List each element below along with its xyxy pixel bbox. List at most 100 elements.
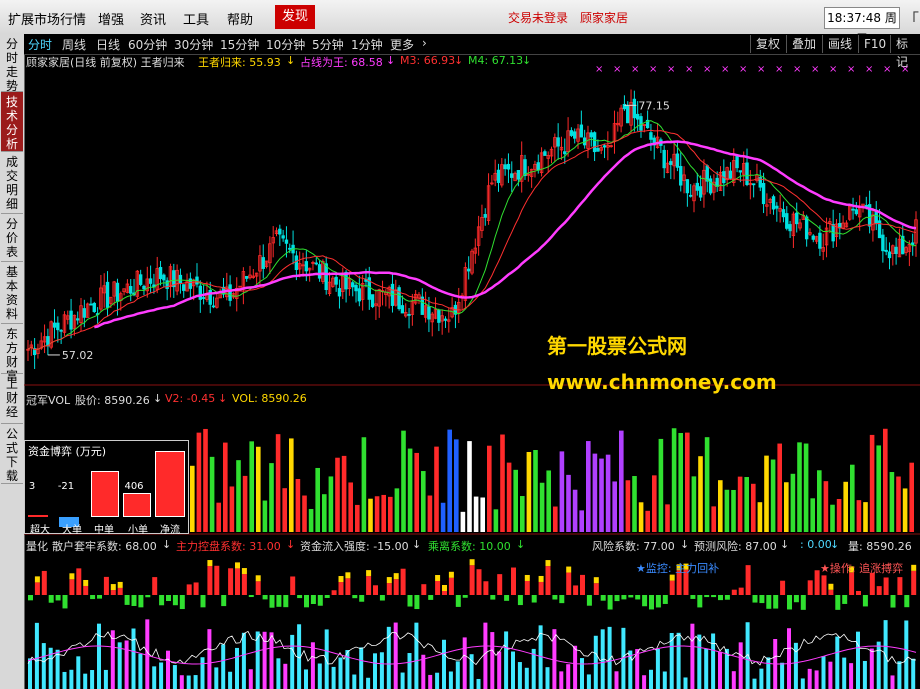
chart-canvas[interactable]: 77.15 57.02 × × × × × × × × × × × × × × × × × × [0,0,920,689]
volume-bar [473,496,479,532]
signal-mark: × [685,64,693,75]
volume-indicator-title: 冠军VOL [26,394,71,407]
volume-mini-bar [124,640,129,689]
candle-body [158,267,163,280]
flow-bar-up [290,576,296,595]
volume-bar [361,437,367,532]
flow-bar-up [911,570,917,595]
volume-bar [209,456,215,532]
volume-mini-bar [814,670,819,689]
volume-mini-bar [738,642,743,689]
volume-bar [401,430,406,532]
candle-body [635,113,640,120]
volume-bar [810,498,815,532]
flow-bar-down [711,595,717,598]
volume-bar [223,442,228,532]
volume-bar [909,462,914,532]
volume-mini-bar [676,632,681,689]
candle-body [881,234,885,252]
flow-bar-down [55,595,61,601]
volume-mini-bar [407,653,412,689]
flow-bar-down [600,595,606,601]
volume-mini-bar [552,629,557,689]
candle-body [52,322,57,328]
flow-bar-up [511,567,516,595]
candle-body [516,169,521,180]
flow-bar-up [373,585,378,595]
flow-bar-down [97,595,102,599]
flow-bar-up [731,589,737,595]
flow-bar-cap [69,573,75,580]
volume-bar [500,434,505,532]
flow-bar-cap [110,584,116,591]
volume-mini-bar [793,642,798,689]
candle-body [466,268,471,272]
volume-mini-bar [876,641,881,689]
flow-bar-up [469,565,475,595]
candle-body [573,131,577,139]
volume-mini-bar [718,651,722,689]
volume-mini-bar [152,666,157,689]
volume-mini-bar [649,669,653,689]
signal-mark: × [613,64,621,75]
flow-bar-up [331,590,337,595]
volume-bar [394,488,400,532]
flow-bar-up [393,579,399,595]
candle-body [427,306,431,320]
fund-label-large: 大单 [62,525,82,536]
volume-mini-bar [324,629,329,689]
volume-bar [803,443,809,532]
candle-body [496,169,501,183]
signal-mark: × [865,64,873,75]
candle-body [662,149,666,169]
candle-body [261,257,265,269]
flow-bar-cap [538,575,544,582]
flow-bar-down [642,595,648,607]
candle-body [688,194,693,197]
volume-mini-bar [787,628,791,689]
fund-flow-title: 资金博弈 (万元) [28,445,107,458]
candle-body [775,205,779,209]
flow-bar-up [448,577,454,595]
volume-mini-bar [593,635,598,689]
volume-bar [850,464,855,532]
volume-bar [506,462,512,532]
volume-bar [619,430,624,532]
flow-bar-up [34,582,40,595]
volume-mini-bar [511,651,515,689]
candle-body [649,132,653,140]
volume-mini-bar [711,633,716,689]
volume-mini-bar [221,644,226,689]
volume-bar [480,497,485,532]
candle-body [738,170,743,173]
candle-body [695,182,700,191]
volume-mini-bar [780,662,785,689]
volume-bar [355,504,360,532]
volume-mini-bar [476,678,481,689]
signal-mark: × [721,64,729,75]
volume-bar [335,457,340,532]
signal-mark: × [595,64,603,75]
volume-bar [493,509,499,532]
signal-mark: × [649,64,657,75]
lower-label-volume: 量: 8590.26 [848,540,912,553]
volume-mini-bar [34,622,39,689]
volume-bar [487,445,492,532]
candle-body [443,318,448,321]
volume-bar [322,494,327,532]
flow-bar-down [462,595,468,598]
volume-mini-bar [759,668,764,689]
volume-mini-bar [862,660,867,689]
flow-bar-cap [469,559,475,566]
volume-mini-bar [766,657,771,689]
volume-bar [190,465,195,532]
flow-bar-up [483,581,489,595]
volume-bar [784,482,789,532]
volume-bar [724,489,730,532]
lower-label-zero-arrow-icon: ↓ [830,538,840,551]
volume-mini-bar [890,675,895,689]
flow-bar-up [421,584,427,595]
volume-bar [823,481,829,532]
volume-mini-bar [869,648,874,689]
flow-bar-cap [524,574,530,581]
